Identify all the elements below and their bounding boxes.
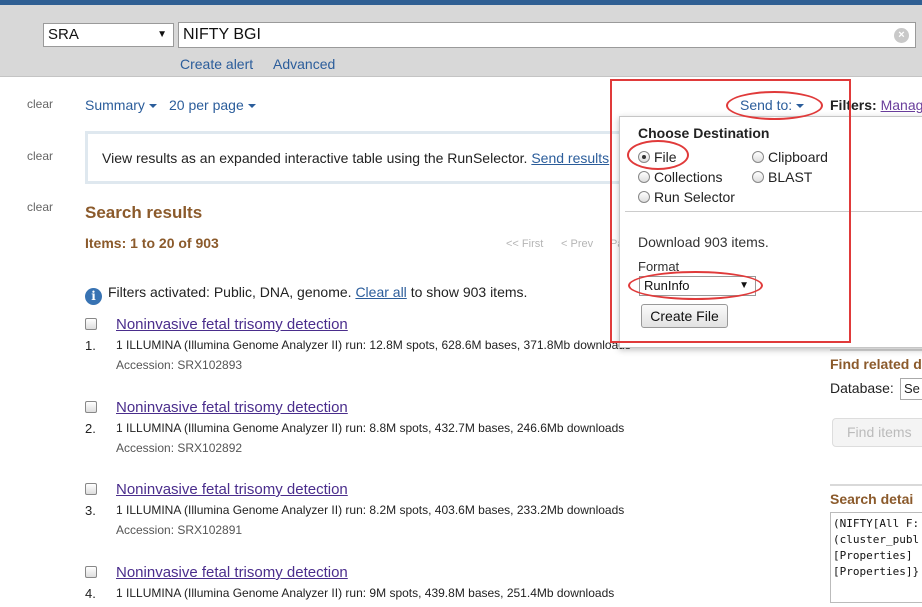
annotation-oval-file	[627, 140, 689, 170]
caret-down-icon	[247, 104, 256, 109]
results-heading: Search results	[85, 203, 203, 222]
result-title-link[interactable]: Noninvasive fetal trisomy detection	[116, 481, 348, 498]
result-number: 1.	[85, 338, 96, 353]
annotation-oval-format	[628, 271, 763, 300]
clear-all-link[interactable]: Clear all	[355, 284, 406, 300]
result-description: 1 ILLUMINA (Illumina Genome Analyzer II)…	[116, 586, 615, 600]
clear-search-icon[interactable]: ×	[894, 28, 909, 43]
database-select[interactable]: SRA ▼	[43, 23, 174, 47]
annotation-oval-send-to	[726, 91, 823, 120]
result-checkbox[interactable]	[85, 401, 97, 413]
clear-link-1[interactable]: clear	[27, 97, 53, 111]
result-accession: Accession: SRX102893	[116, 358, 243, 372]
send-results-link[interactable]: Send results	[531, 150, 609, 166]
runselector-message: View results as an expanded interactive …	[102, 150, 528, 166]
database-label: Database:	[830, 380, 894, 396]
per-page-dropdown[interactable]: 20 per page	[169, 97, 256, 113]
pager-first[interactable]: << First	[506, 238, 543, 250]
result-accession: Accession: SRX102891	[116, 523, 243, 537]
result-description: 1 ILLUMINA (Illumina Genome Analyzer II)…	[116, 421, 625, 435]
clear-link-3[interactable]: clear	[27, 200, 53, 214]
display-format-dropdown[interactable]: Summary	[85, 97, 157, 113]
related-database-select[interactable]: Se	[900, 378, 922, 400]
create-alert-link[interactable]: Create alert	[180, 56, 253, 72]
find-items-button[interactable]: Find items	[832, 418, 922, 447]
runselector-banner: View results as an expanded interactive …	[85, 131, 630, 184]
search-details-heading: Search detai	[830, 491, 914, 507]
find-related-heading: Find related d	[830, 356, 922, 372]
result-title-link[interactable]: Noninvasive fetal trisomy detection	[116, 399, 348, 416]
advanced-search-link[interactable]: Advanced	[273, 56, 335, 72]
caret-down-icon	[148, 104, 157, 109]
result-title-link[interactable]: Noninvasive fetal trisomy detection	[116, 564, 348, 581]
filters-note-suffix: to show 903 items.	[410, 284, 528, 300]
result-accession: Accession: SRX102892	[116, 441, 243, 455]
result-description: 1 ILLUMINA (Illumina Genome Analyzer II)…	[116, 338, 631, 352]
database-select-value: SRA	[48, 26, 79, 43]
info-icon: i	[85, 288, 102, 305]
search-details-line: [Properties]	[833, 549, 913, 562]
runselector-text: View results as an expanded interactive …	[102, 150, 609, 166]
result-title-link[interactable]: Noninvasive fetal trisomy detection	[116, 316, 348, 333]
manage-filters-link[interactable]: Manag	[881, 97, 922, 113]
result-number: 3.	[85, 503, 96, 518]
display-format-label: Summary	[85, 97, 145, 113]
filters-note-text: Filters activated: Public, DNA, genome.	[108, 284, 352, 300]
pager-prev[interactable]: < Prev	[561, 238, 593, 250]
result-description: 1 ILLUMINA (Illumina Genome Analyzer II)…	[116, 503, 625, 517]
search-details-line: (cluster_publ	[833, 533, 920, 546]
search-bar: SRA ▼ NIFTY BGI × Create alert Advanced	[0, 5, 922, 77]
search-query: NIFTY BGI	[183, 26, 261, 43]
divider	[830, 349, 922, 351]
filters-activated-note: i Filters activated: Public, DNA, genome.…	[85, 284, 527, 305]
chevron-down-icon: ▼	[157, 29, 167, 40]
divider	[830, 484, 922, 486]
related-database-value: Se	[904, 381, 920, 396]
search-details-line: (NIFTY[All F:	[833, 517, 920, 530]
per-page-label: 20 per page	[169, 97, 244, 113]
search-details-line: [Properties]}	[833, 565, 920, 578]
result-number: 2.	[85, 421, 96, 436]
result-checkbox[interactable]	[85, 566, 97, 578]
items-count: Items: 1 to 20 of 903	[85, 235, 219, 251]
search-input[interactable]: NIFTY BGI ×	[178, 22, 916, 48]
annotation-rectangle	[610, 79, 851, 343]
result-checkbox[interactable]	[85, 318, 97, 330]
clear-link-2[interactable]: clear	[27, 149, 53, 163]
result-number: 4.	[85, 586, 96, 601]
result-checkbox[interactable]	[85, 483, 97, 495]
search-details-box[interactable]: (NIFTY[All F: (cluster_publ [Properties]…	[830, 512, 922, 603]
